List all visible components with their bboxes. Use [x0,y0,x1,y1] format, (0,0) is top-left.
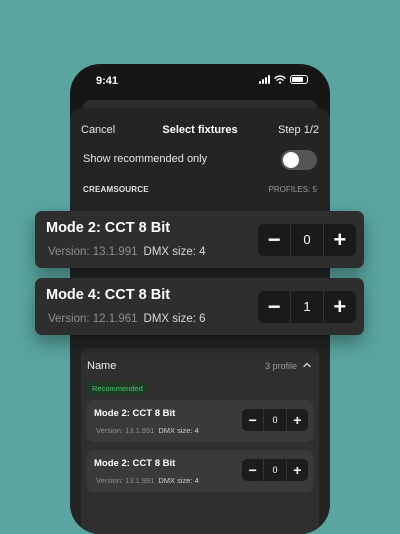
plus-button[interactable]: + [287,459,308,481]
quantity-stepper: − 1 + [258,291,356,323]
list-item-version: Version: 13.1.991 [96,426,155,435]
recommended-toggle[interactable] [281,150,317,170]
list-item-dmx: DMX size: 4 [158,476,199,485]
fixture-card-meta: Version: 13.1.991 DMX size: 4 [48,246,206,258]
profiles-count: PROFILES: 5 [268,185,317,194]
minus-button[interactable]: − [242,459,263,481]
quantity-value: 0 [263,409,287,431]
fixture-card-version: Version: 12.1.961 [48,313,138,325]
list-item-meta: Version: 13.1.991 DMX size: 4 [96,426,199,435]
minus-button[interactable]: − [242,409,263,431]
status-bar: 9:41 [70,64,330,100]
fixture-card-version: Version: 13.1.991 [48,246,138,258]
list-item-name: Mode 2: CCT 8 Bit [94,458,176,469]
fixture-card-name: Mode 2: CCT 8 Bit [46,220,171,236]
chevron-up-icon[interactable] [303,361,311,369]
quantity-stepper: − 0 + [258,224,356,256]
nav-bar: Cancel Select fixtures Step 1/2 [70,108,330,152]
list-profile-count: 3 profile [264,361,297,371]
list-item-name: Mode 2: CCT 8 Bit [94,408,176,419]
fixture-card-dmx: DMX size: 4 [143,246,206,258]
list-item[interactable]: Mode 2: CCT 8 Bit Version: 13.1.991 DMX s… [87,450,313,492]
signal-icon [259,75,270,84]
list-item-version: Version: 13.1.991 [96,476,155,485]
plus-button[interactable]: + [324,224,356,256]
fixture-card[interactable]: Mode 4: CCT 8 Bit Version: 12.1.961 DMX s… [35,278,364,335]
toggle-knob [283,152,299,168]
battery-icon [290,75,308,84]
quantity-value: 1 [290,291,324,323]
wifi-icon [274,75,286,84]
fixture-card[interactable]: Mode 2: CCT 8 Bit Version: 13.1.991 DMX s… [35,211,364,268]
list-item[interactable]: Mode 2: CCT 8 Bit Version: 13.1.991 DMX s… [87,400,313,442]
step-indicator: Step 1/2 [278,124,319,136]
fixture-card-name: Mode 4: CCT 8 Bit [46,287,171,303]
fixture-card-meta: Version: 12.1.961 DMX size: 6 [48,313,206,325]
quantity-value: 0 [290,224,324,256]
manufacturer-name: CREAMSOURCE [83,185,149,194]
plus-button[interactable]: + [287,409,308,431]
status-time: 9:41 [96,75,119,87]
recommended-badge: Recommended [88,382,147,395]
recommended-toggle-label: Show recommended only [83,153,208,165]
plus-button[interactable]: + [324,291,356,323]
list-header-name: Name [87,360,117,372]
minus-button[interactable]: − [258,224,290,256]
quantity-value: 0 [263,459,287,481]
minus-button[interactable]: − [258,291,290,323]
quantity-stepper: − 0 + [242,459,308,481]
list-item-meta: Version: 13.1.991 DMX size: 4 [96,476,199,485]
status-icons [259,75,308,84]
fixture-card-dmx: DMX size: 6 [143,313,206,325]
profile-list: Name 3 profile Recommended Mode 2: CCT 8… [81,348,319,534]
list-item-dmx: DMX size: 4 [158,426,199,435]
quantity-stepper: − 0 + [242,409,308,431]
